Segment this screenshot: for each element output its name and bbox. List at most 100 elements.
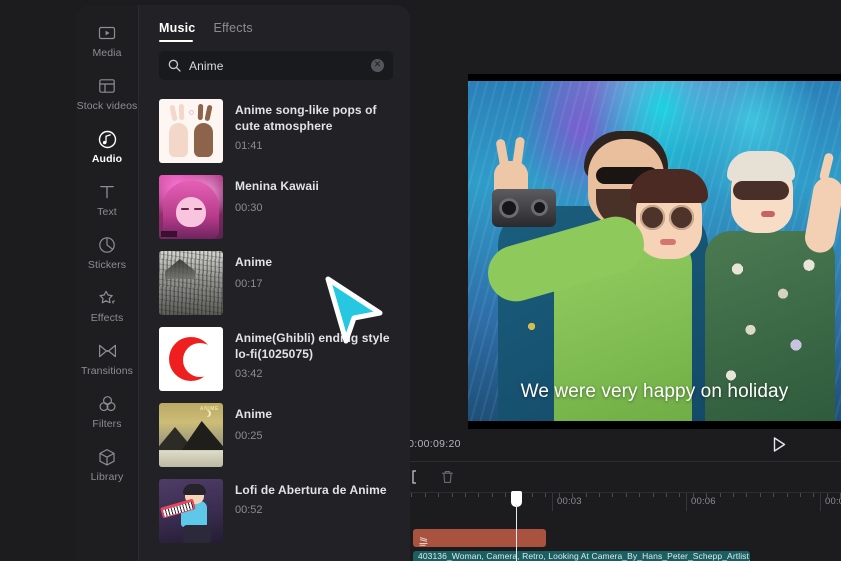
list-item[interactable]: ANIME Anime 00:25 <box>159 399 402 475</box>
track-meta: Anime(Ghibli) ending style lo-fi(1025075… <box>235 327 402 380</box>
list-item[interactable]: Anime song-like pops of cute atmosphere 0… <box>159 95 402 171</box>
ruler-minor-tick <box>505 493 506 497</box>
sidebar-item-library[interactable]: Library <box>76 447 138 483</box>
left-dock-panel: Media Stock videos Audio Text Stickers Effect… <box>76 5 410 561</box>
sidebar-item-stock-videos[interactable]: Stock videos <box>76 76 138 112</box>
ruler-minor-tick <box>599 493 600 497</box>
track-meta: Anime song-like pops of cute atmosphere 0… <box>235 99 402 152</box>
sidebar-item-stickers[interactable]: Stickers <box>76 235 138 271</box>
ruler-minor-tick <box>733 493 734 497</box>
stock-videos-icon <box>98 76 116 96</box>
list-item[interactable]: Lofi de Abertura de Anime 00:52 <box>159 475 402 551</box>
preview-frame: We were very happy on holiday <box>468 81 841 421</box>
preview-figure-woman-hairtop <box>630 169 708 203</box>
track-thumbnail: ANIME <box>159 403 223 467</box>
ruler-label: 00:09 <box>825 496 841 507</box>
clear-icon[interactable]: ✕ <box>371 59 384 72</box>
sidebar-item-label: Text <box>97 206 117 218</box>
preview-figure-woman-lens-left <box>640 205 665 230</box>
track-duration: 00:30 <box>235 202 263 214</box>
sidebar-item-text[interactable]: Text <box>76 182 138 218</box>
sidebar-item-label: Filters <box>92 418 122 430</box>
preview-camera-prop <box>492 189 556 227</box>
track-meta: Anime 00:17 <box>235 251 272 290</box>
ruler-minor-tick <box>532 493 533 497</box>
library-icon <box>98 447 116 467</box>
video-clip-icon <box>419 533 430 547</box>
ruler-minor-tick <box>559 493 560 497</box>
ruler-minor-tick <box>773 493 774 497</box>
track-duration: 00:25 <box>235 430 263 442</box>
sidebar-item-label: Audio <box>91 153 123 165</box>
stickers-icon <box>98 235 116 255</box>
ruler-minor-tick <box>438 493 439 497</box>
ruler-minor-tick <box>746 493 747 497</box>
sidebar-item-label: Media <box>92 47 122 59</box>
track-title: Anime(Ghibli) ending style lo-fi(1025075… <box>235 331 390 361</box>
ruler-major-tick <box>552 493 553 511</box>
track-thumbnail <box>159 479 223 543</box>
search-bar[interactable]: Anime ✕ <box>159 51 393 80</box>
ruler-minor-tick <box>827 493 828 497</box>
ruler-minor-tick <box>720 493 721 497</box>
track-meta: Lofi de Abertura de Anime 00:52 <box>235 479 387 516</box>
timeline-timecode: 00:00:09:20 <box>402 438 461 450</box>
ruler-minor-tick <box>760 493 761 497</box>
ruler-label: 00:03 <box>557 496 582 507</box>
timeline-ruler[interactable]: 00:03 00:06 00:09 <box>398 493 841 511</box>
track-title: Lofi de Abertura de Anime <box>235 483 387 497</box>
ruler-minor-tick <box>465 493 466 497</box>
preview-figure-woman-lips <box>660 239 676 245</box>
delete-icon[interactable] <box>438 468 456 486</box>
ruler-minor-tick <box>800 493 801 497</box>
preview-figure-blonde-sunglasses <box>733 181 789 200</box>
sidebar-item-label: Stickers <box>87 259 127 271</box>
ruler-major-tick <box>820 493 821 511</box>
search-icon <box>168 59 181 72</box>
track-thumbnail <box>159 175 223 239</box>
ruler-minor-tick <box>813 493 814 497</box>
play-icon[interactable] <box>771 436 787 452</box>
sidebar-item-media[interactable]: Media <box>76 23 138 59</box>
ruler-minor-tick <box>787 493 788 497</box>
sidebar-item-filters[interactable]: Filters <box>76 394 138 430</box>
track-thumbnail <box>159 327 223 391</box>
list-item[interactable]: Menina Kawaii 00:30 <box>159 171 402 247</box>
media-icon <box>98 23 116 43</box>
timeline-divider-top <box>398 461 841 462</box>
track-title: Anime <box>235 255 273 269</box>
timeline-clip-audio[interactable]: 403136_Woman, Camera, Retro, Looking At … <box>413 551 750 561</box>
search-input[interactable]: Anime <box>189 59 363 73</box>
timeline-clip-video[interactable] <box>413 529 546 547</box>
track-title: Anime song-like pops of cute atmosphere <box>235 103 377 133</box>
ruler-minor-tick <box>478 493 479 497</box>
panel-content: Music Effects Anime ✕ Anime song-like pop… <box>139 5 410 561</box>
tab-music[interactable]: Music <box>159 21 195 42</box>
list-item[interactable]: Anime 00:17 <box>159 247 402 323</box>
sidebar-item-transitions[interactable]: Transitions <box>76 341 138 377</box>
track-meta: Menina Kawaii 00:30 <box>235 175 319 214</box>
sidebar-item-label: Stock videos <box>76 100 138 112</box>
music-track-list[interactable]: Anime song-like pops of cute atmosphere 0… <box>139 95 410 561</box>
track-meta: Anime 00:25 <box>235 403 272 442</box>
tab-effects[interactable]: Effects <box>213 21 252 42</box>
track-duration: 00:52 <box>235 504 263 516</box>
video-preview[interactable]: We were very happy on holiday <box>468 74 841 429</box>
track-thumbnail <box>159 99 223 163</box>
ruler-minor-tick <box>545 493 546 497</box>
sidebar-item-effects[interactable]: Effects <box>76 288 138 324</box>
filters-icon <box>98 394 117 414</box>
track-title: Anime <box>235 407 273 421</box>
ruler-minor-tick <box>626 493 627 497</box>
list-item[interactable]: Anime(Ghibli) ending style lo-fi(1025075… <box>159 323 402 399</box>
ruler-label: 00:06 <box>691 496 716 507</box>
timeline-clip-audio-label: 403136_Woman, Camera, Retro, Looking At … <box>418 551 750 561</box>
ruler-minor-tick <box>666 493 667 497</box>
sidebar-rail: Media Stock videos Audio Text Stickers Effect… <box>76 5 139 561</box>
sidebar-item-audio[interactable]: Audio <box>76 129 138 165</box>
ruler-minor-tick <box>425 493 426 497</box>
track-thumbnail <box>159 251 223 315</box>
preview-figure-blonde-lips <box>761 211 775 217</box>
sidebar-item-label: Effects <box>90 312 124 324</box>
track-duration: 00:17 <box>235 278 263 290</box>
